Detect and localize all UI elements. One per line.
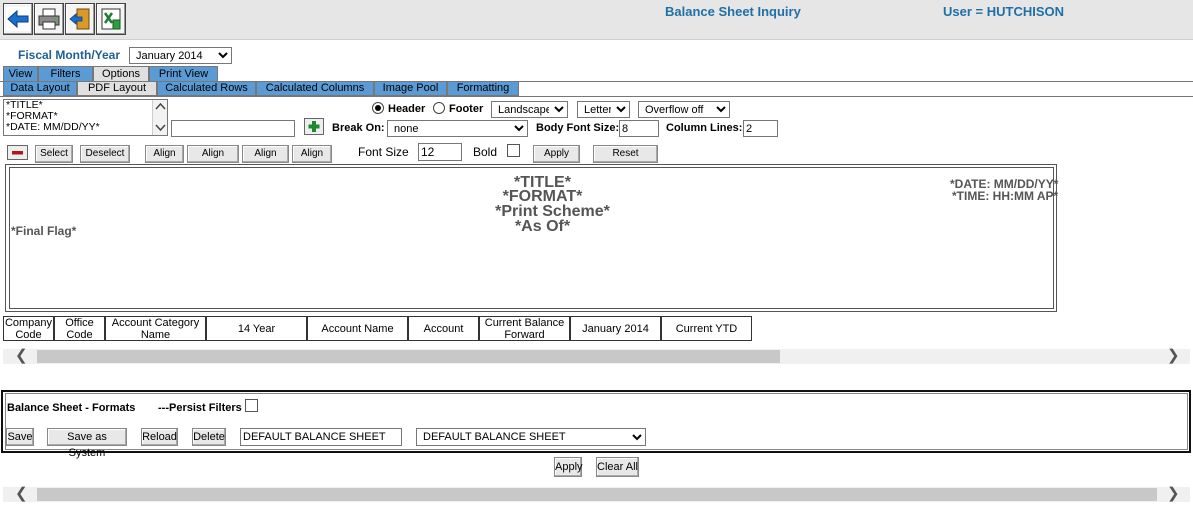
column-lines-input[interactable] — [743, 120, 778, 137]
fiscal-month-select[interactable]: January 2014 — [129, 47, 232, 64]
paper-size-select[interactable]: Letter — [577, 101, 630, 118]
font-size-input[interactable] — [418, 143, 462, 161]
align-left-button[interactable]: Align Left — [145, 145, 184, 175]
column-header[interactable]: Company Code — [3, 316, 54, 341]
export-excel-button[interactable] — [96, 3, 126, 35]
subtab-data-layout[interactable]: Data Layout — [3, 81, 77, 96]
column-header[interactable]: Current Balance Forward — [479, 316, 570, 341]
break-on-label: Break On: — [332, 122, 385, 134]
scroll-right-icon[interactable]: ❯ — [1167, 348, 1180, 363]
column-header[interactable]: Account Category Name — [105, 316, 206, 341]
delete-button[interactable]: Delete — [192, 428, 226, 446]
reload-button[interactable]: Reload — [141, 428, 178, 446]
reset-columns-button[interactable]: Reset Columns — [593, 145, 658, 175]
exit-icon — [69, 8, 90, 30]
scrollbar-thumb[interactable] — [37, 350, 780, 363]
preview-time[interactable]: *TIME: HH:MM AP* — [952, 190, 1058, 202]
column-header[interactable]: Office Code — [54, 316, 105, 341]
back-icon — [6, 7, 30, 31]
exit-button[interactable] — [65, 3, 95, 35]
body-font-size-label: Body Font Size: — [536, 122, 620, 134]
page-title: Balance Sheet Inquiry — [665, 4, 801, 19]
bold-checkbox[interactable] — [507, 144, 520, 157]
subtab-formatting[interactable]: Formatting — [447, 81, 519, 96]
format-select[interactable]: DEFAULT BALANCE SHEET — [416, 428, 646, 446]
bold-label: Bold — [473, 145, 498, 159]
tab-filters[interactable]: Filters — [38, 66, 93, 82]
save-as-system-button[interactable]: Save as System — [47, 428, 127, 459]
formats-title: Balance Sheet - Formats — [7, 402, 136, 414]
column-header[interactable]: January 2014 — [570, 316, 661, 341]
minus-icon — [12, 151, 23, 155]
apply-font-button[interactable]: Apply Font — [533, 145, 580, 175]
user-label: User = HUTCHISON — [943, 4, 1064, 19]
list-scrollbar[interactable] — [152, 100, 167, 135]
excel-icon — [101, 8, 121, 30]
subtab-calculated-rows[interactable]: Calculated Rows — [157, 81, 256, 96]
remove-button[interactable] — [7, 145, 28, 160]
font-size-label: Font Size — [358, 145, 409, 159]
page-scroll-left-icon[interactable]: ❮ — [15, 486, 28, 501]
scroll-left-icon[interactable]: ❮ — [15, 348, 28, 363]
print-icon — [38, 8, 60, 30]
footer-radio-label: Footer — [449, 103, 484, 115]
subtab-pdf-layout[interactable]: PDF Layout — [77, 81, 157, 96]
subtab-calculated-columns[interactable]: Calculated Columns — [256, 81, 374, 96]
apply-button[interactable]: Apply — [554, 457, 583, 477]
column-header[interactable]: Account Name — [307, 316, 408, 341]
column-header[interactable]: Current YTD — [661, 316, 752, 341]
clear-all-button[interactable]: Clear All — [596, 457, 639, 477]
back-button[interactable] — [3, 3, 33, 35]
body-font-size-input[interactable] — [619, 120, 659, 137]
save-button[interactable]: Save — [6, 428, 34, 446]
subtab-divider — [0, 96, 1193, 97]
preview-print-scheme[interactable]: *Print Scheme* — [440, 204, 665, 220]
break-on-select[interactable]: none — [387, 120, 528, 137]
subtab-image-pool[interactable]: Image Pool — [374, 81, 447, 96]
deselect-all-button[interactable]: Deselect all — [80, 145, 130, 175]
plus-icon — [308, 121, 320, 132]
header-radio[interactable] — [372, 102, 384, 114]
format-name-input[interactable] — [240, 428, 402, 446]
persist-filters-label: ---Persist Filters — [158, 402, 242, 414]
tab-print-view[interactable]: Print View — [149, 66, 218, 82]
fiscal-month-label: Fiscal Month/Year — [18, 48, 121, 62]
align-right-button[interactable]: Align Right — [242, 145, 289, 175]
page-scroll-right-icon[interactable]: ❯ — [1167, 486, 1180, 501]
tab-view[interactable]: View — [3, 66, 38, 82]
preview-final-flag[interactable]: *Final Flag* — [11, 224, 76, 238]
header-field-list[interactable]: *TITLE* *FORMAT* *DATE: MM/DD/YY* — [3, 99, 168, 136]
overflow-select[interactable]: Overflow off — [638, 101, 730, 118]
select-all-button[interactable]: Select all — [35, 145, 73, 175]
orientation-select[interactable]: Landscape — [491, 101, 568, 118]
header-text-input[interactable] — [171, 120, 295, 137]
print-button[interactable] — [34, 3, 64, 35]
list-item[interactable]: *DATE: MM/DD/YY* — [6, 122, 100, 133]
align-top-button[interactable]: Align Top — [292, 145, 332, 175]
header-radio-label: Header — [388, 103, 426, 115]
preview-as-of[interactable]: *As Of* — [440, 219, 645, 235]
column-lines-label: Column Lines: — [666, 122, 743, 134]
scroll-arrows-icon — [155, 102, 166, 132]
persist-filters-checkbox[interactable] — [245, 399, 258, 412]
add-button[interactable] — [304, 118, 324, 135]
align-center-button[interactable]: Align Center — [187, 145, 239, 175]
page-scrollbar-thumb[interactable] — [37, 488, 1157, 501]
column-header[interactable]: Account — [408, 316, 479, 341]
tab-options[interactable]: Options — [93, 66, 149, 82]
footer-radio[interactable] — [433, 102, 445, 114]
column-header[interactable]: 14 Year — [206, 316, 307, 341]
preview-format[interactable]: *FORMAT* — [440, 189, 645, 205]
